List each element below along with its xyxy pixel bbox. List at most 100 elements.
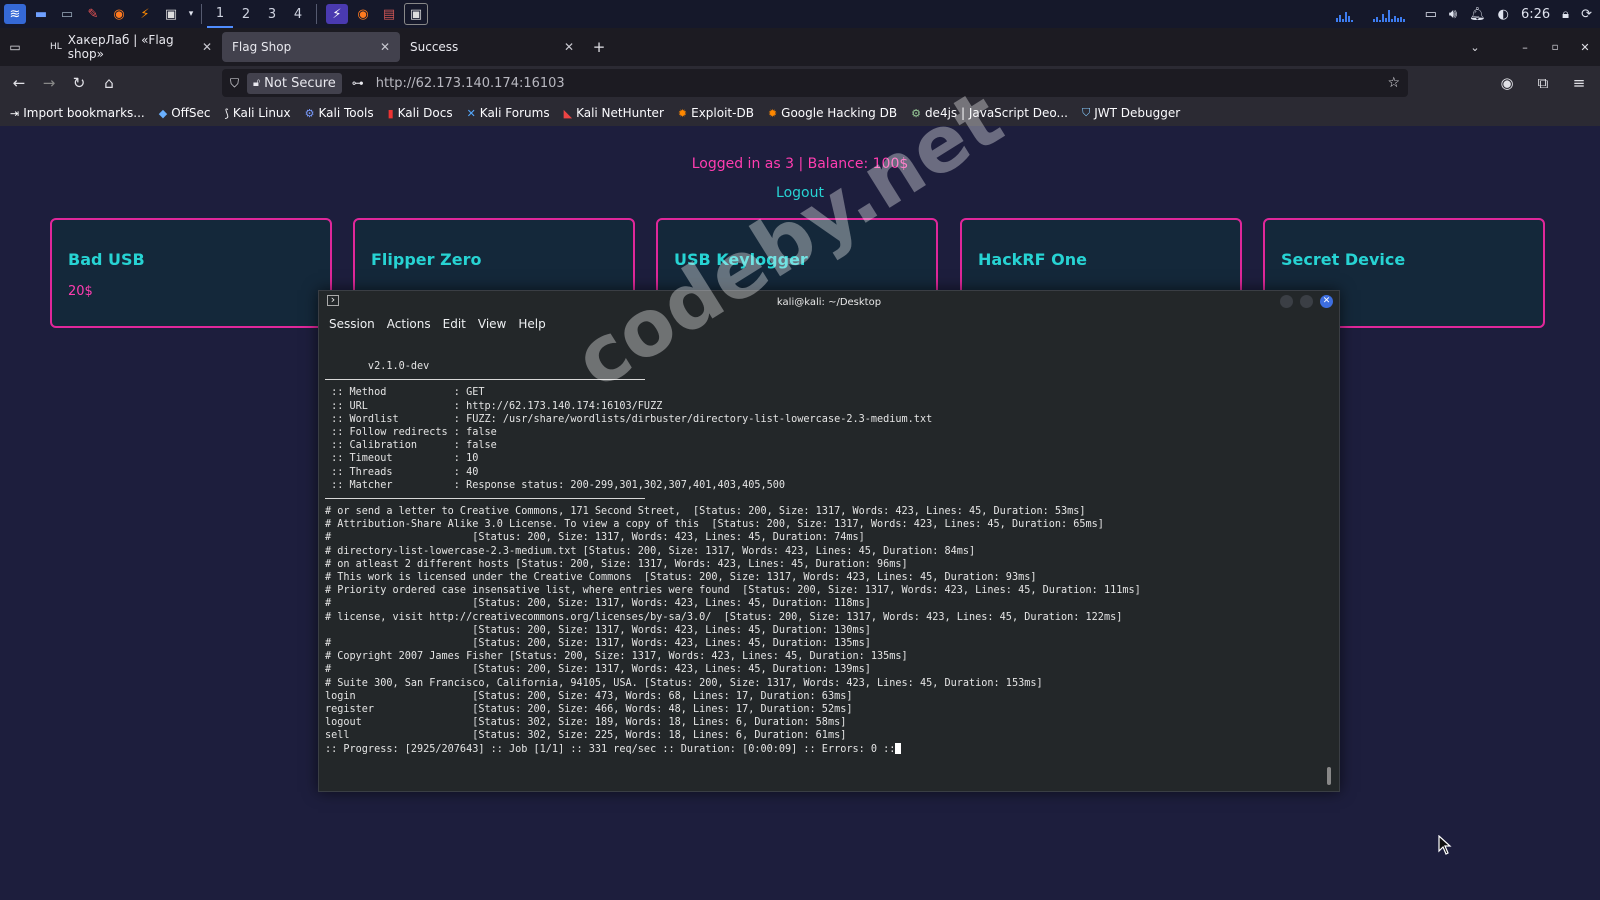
- ghdb-icon: ✹: [767, 106, 778, 120]
- reload-icon[interactable]: ↻: [64, 68, 94, 98]
- bookmark-kali-tools[interactable]: ⚙ Kali Tools: [305, 106, 374, 120]
- power-profile-icon[interactable]: ◐: [1498, 7, 1509, 22]
- result-line: # license, visit http://creativecommons.…: [325, 611, 1123, 623]
- bookmark-label: JWT Debugger: [1094, 106, 1181, 120]
- terminal-output[interactable]: v2.1.0-dev :: Method : GET :: URL : http…: [325, 347, 1325, 787]
- bookmark-de4js[interactable]: ⚙ de4js | JavaScript Deo...: [911, 106, 1068, 120]
- logout-link[interactable]: Logout: [0, 185, 1600, 201]
- product-card-bad-usb[interactable]: Bad USB 20$: [50, 218, 332, 328]
- terminal-titlebar[interactable]: › kali@kali: ~/Desktop ✕: [319, 291, 1339, 313]
- account-icon[interactable]: ◉: [1492, 68, 1522, 98]
- product-price: 20$: [68, 284, 93, 299]
- bookmark-label: Kali Docs: [397, 106, 453, 120]
- close-icon[interactable]: ✕: [1320, 295, 1333, 308]
- workspace-3[interactable]: 3: [259, 0, 285, 28]
- logout-label[interactable]: Logout: [776, 185, 824, 201]
- menu-actions[interactable]: Actions: [387, 317, 431, 331]
- bookmark-offsec[interactable]: ◆ OffSec: [159, 106, 211, 120]
- bookmark-import[interactable]: ⇥ Import bookmarks...: [10, 106, 145, 120]
- terminal-window[interactable]: › kali@kali: ~/Desktop ✕ Session Actions…: [318, 290, 1340, 792]
- firefox-window-icon[interactable]: ◉: [352, 4, 374, 24]
- menu-icon[interactable]: ≡: [1564, 68, 1594, 98]
- extensions-icon[interactable]: ⧉: [1528, 68, 1558, 98]
- result-line: login [Status: 200, Size: 473, Words: 68…: [325, 690, 853, 702]
- maximize-icon[interactable]: [1300, 295, 1313, 308]
- kali-menu-icon[interactable]: ≋: [4, 4, 26, 24]
- config-line: :: Threads : 40: [325, 466, 479, 478]
- menu-edit[interactable]: Edit: [443, 317, 466, 331]
- result-line: # Attribution-Share Alike 3.0 License. T…: [325, 519, 1104, 531]
- tab-hackerlab[interactable]: HL ХакерЛаб | «Flag shop» ✕: [40, 32, 222, 62]
- bookmark-kali-linux[interactable]: ⟆ Kali Linux: [225, 106, 291, 120]
- minimize-icon[interactable]: –: [1510, 32, 1540, 62]
- menu-help[interactable]: Help: [518, 317, 545, 331]
- config-line: :: Wordlist : FUZZ: /usr/share/wordlists…: [325, 413, 933, 425]
- tab-bar: ▭ HL ХакерЛаб | «Flag shop» ✕ Flag Shop …: [0, 28, 1600, 66]
- tab-success[interactable]: Success ✕: [400, 32, 584, 62]
- terminal-window-icon[interactable]: ▣: [404, 3, 428, 25]
- workspace-1[interactable]: 1: [207, 0, 233, 28]
- bookmark-label: de4js | JavaScript Deo...: [924, 106, 1068, 120]
- list-all-tabs-icon[interactable]: ⌄: [1460, 32, 1490, 62]
- offsec-icon: ◆: [158, 106, 168, 120]
- bookmark-kali-docs[interactable]: ▮ Kali Docs: [388, 106, 453, 120]
- product-title: USB Keylogger: [674, 250, 808, 269]
- file-manager-icon[interactable]: ▭: [56, 4, 78, 24]
- bookmark-star-icon[interactable]: ☆: [1387, 75, 1400, 91]
- terminal-icon[interactable]: ▣: [160, 4, 182, 24]
- minimize-icon[interactable]: [1280, 295, 1293, 308]
- desktop-icon[interactable]: ▬: [30, 4, 52, 24]
- kali-icon: ⟆: [224, 106, 229, 120]
- tab-flag-shop[interactable]: Flag Shop ✕: [222, 32, 400, 62]
- app-icon[interactable]: ⚡: [326, 4, 348, 24]
- home-icon[interactable]: ⌂: [94, 68, 124, 98]
- product-title: Bad USB: [68, 250, 145, 269]
- notification-icon[interactable]: 🔔︎: [1469, 7, 1486, 22]
- menu-view[interactable]: View: [478, 317, 506, 331]
- close-icon[interactable]: ✕: [564, 40, 574, 54]
- display-icon[interactable]: ▭: [1425, 7, 1437, 22]
- close-icon[interactable]: ✕: [202, 40, 212, 54]
- not-secure-badge[interactable]: 🔓︎ Not Secure: [247, 72, 342, 94]
- terminal-scrollbar[interactable]: [1327, 767, 1331, 785]
- bookmark-kali-nethunter[interactable]: ◣ Kali NetHunter: [564, 106, 664, 120]
- workspace-4[interactable]: 4: [285, 0, 311, 28]
- de4js-icon: ⚙: [911, 106, 921, 120]
- close-window-icon[interactable]: ✕: [1570, 32, 1600, 62]
- url-bar[interactable]: ⛉ 🔓︎ Not Secure ⊶ http://62.173.140.174:…: [222, 69, 1408, 97]
- tab-label: Success: [410, 40, 459, 54]
- tab-list-icon[interactable]: ▭: [0, 32, 30, 62]
- not-secure-label: Not Secure: [264, 75, 336, 91]
- lock-icon[interactable]: 🔒︎: [1562, 7, 1569, 22]
- bookmark-label: Kali Linux: [232, 106, 291, 120]
- result-line: # or send a letter to Creative Commons, …: [325, 506, 1086, 518]
- document-window-icon[interactable]: ▤: [378, 4, 400, 24]
- bookmark-ghdb[interactable]: ✹ Google Hacking DB: [768, 106, 897, 120]
- tab-label: ХакерЛаб | «Flag shop»: [67, 33, 174, 61]
- back-icon[interactable]: ←: [4, 68, 34, 98]
- power-icon[interactable]: ⟳: [1581, 7, 1592, 22]
- maximize-icon[interactable]: ▫: [1540, 32, 1570, 62]
- chevron-down-icon[interactable]: ▾: [186, 4, 196, 24]
- bookmark-kali-forums[interactable]: ✕ Kali Forums: [467, 106, 550, 120]
- config-line: :: Timeout : 10: [325, 453, 479, 465]
- forward-icon[interactable]: →: [34, 68, 64, 98]
- tab-label: Flag Shop: [232, 40, 292, 54]
- firefox-icon[interactable]: ◉: [108, 4, 130, 24]
- burp-icon[interactable]: ⚡: [134, 4, 156, 24]
- taskbar: ≋ ▬ ▭ ✎ ◉ ⚡ ▣ ▾ 1 2 3 4 ⚡ ◉ ▤ ▣ ▭ 🔊︎ 🔔︎ …: [0, 0, 1600, 28]
- new-tab-icon[interactable]: +: [584, 32, 614, 62]
- bookmark-exploit-db[interactable]: ✹ Exploit-DB: [678, 106, 754, 120]
- close-icon[interactable]: ✕: [380, 40, 390, 54]
- bookmark-jwt-debugger[interactable]: ⛉ JWT Debugger: [1082, 106, 1180, 120]
- text-editor-icon[interactable]: ✎: [82, 4, 104, 24]
- volume-icon[interactable]: 🔊︎: [1449, 7, 1457, 22]
- permissions-icon[interactable]: ⊶: [352, 76, 364, 90]
- workspace-2[interactable]: 2: [233, 0, 259, 28]
- divider: [316, 4, 317, 24]
- clock[interactable]: 6:26: [1521, 7, 1550, 22]
- bookmark-label: Kali Forums: [479, 106, 550, 120]
- url-text[interactable]: http://62.173.140.174:16103: [376, 76, 565, 91]
- shield-icon[interactable]: ⛉: [230, 76, 239, 91]
- menu-session[interactable]: Session: [329, 317, 375, 331]
